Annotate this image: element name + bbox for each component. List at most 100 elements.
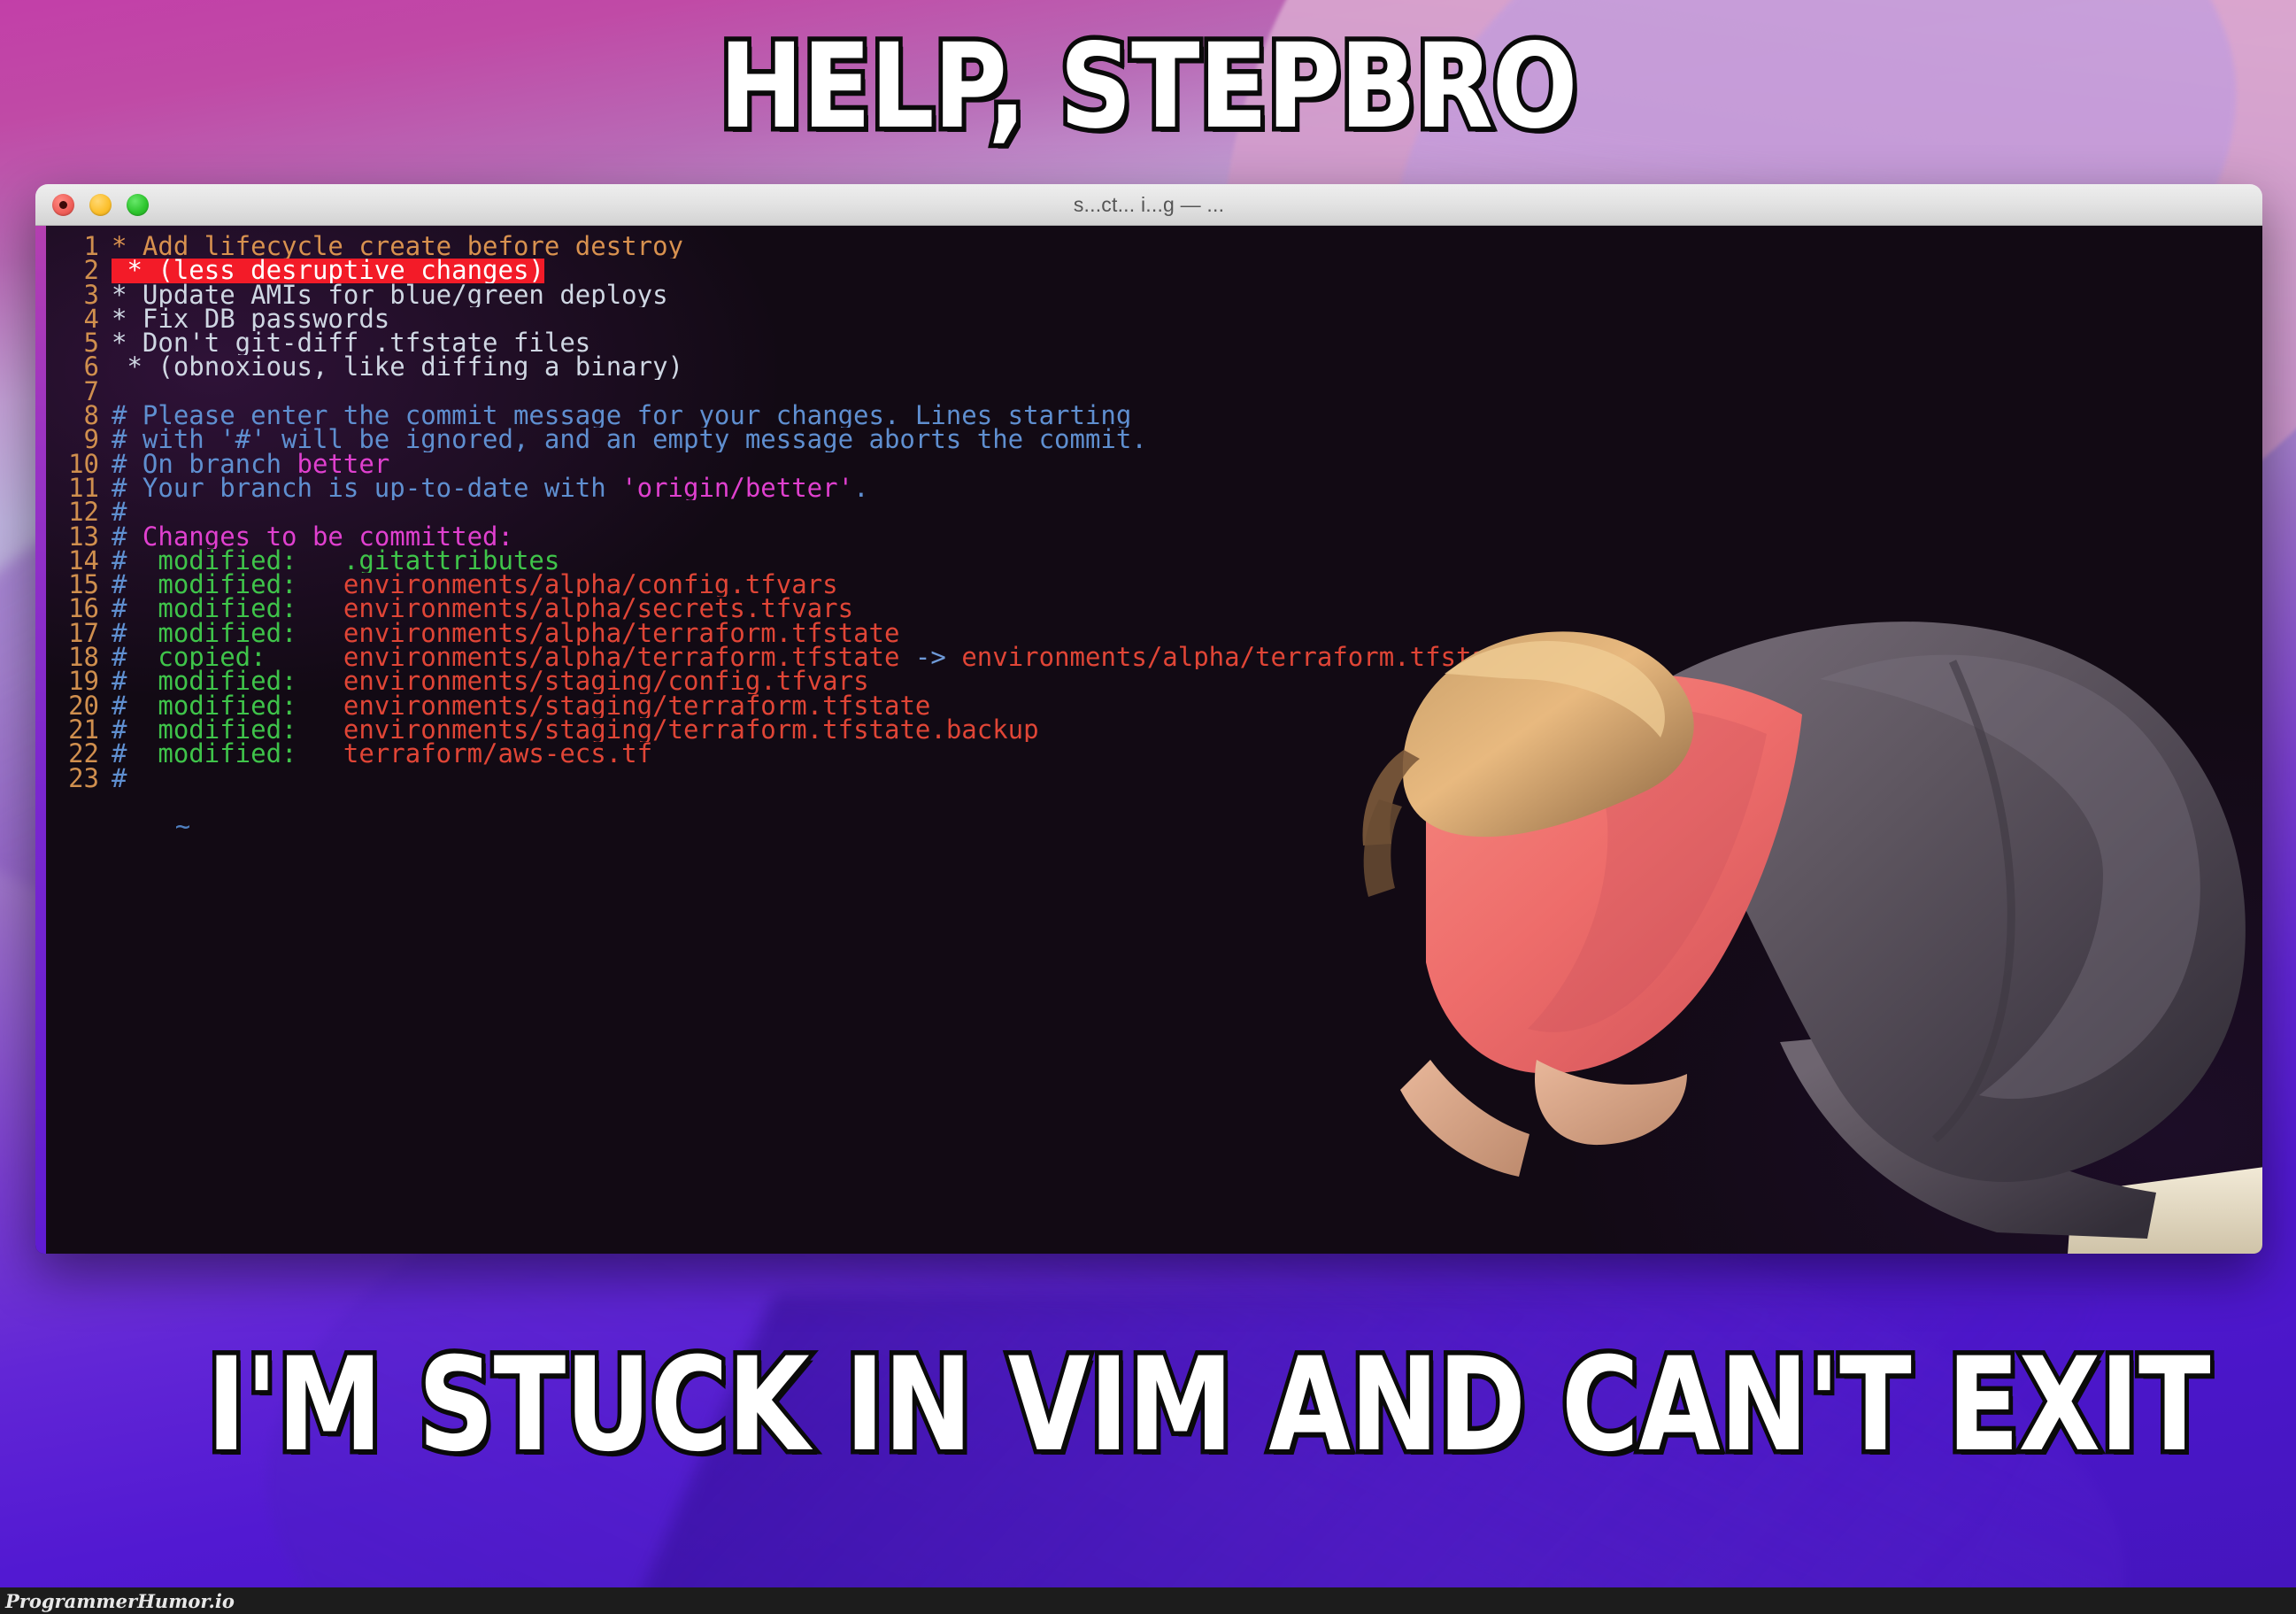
code-span: # <box>112 524 143 549</box>
code-line[interactable]: 8 # Please enter the commit message for y… <box>35 402 2262 428</box>
meme-top-caption: HELP, STEPBRO <box>715 19 1582 155</box>
code-span: # Your branch is up-to-date with <box>112 475 622 501</box>
code-span: modified: <box>142 742 343 767</box>
editor-left-edge <box>35 226 46 1254</box>
code-span: Changes to be committed: <box>142 524 513 549</box>
line-content: # Your branch is up-to-date with 'origin… <box>112 476 2262 500</box>
line-number: 1 <box>83 231 99 261</box>
code-span: # On branch <box>112 452 297 476</box>
code-line[interactable]: 22 # modified: terraform/aws-ecs.tf <box>35 741 2262 767</box>
code-line[interactable]: 16 # modified: environments/alpha/secrets… <box>35 596 2262 622</box>
tilde-glyph: ~ <box>174 811 191 842</box>
code-line[interactable]: 20 # modified: environments/staging/terra… <box>35 692 2262 718</box>
code-span: # <box>112 717 143 743</box>
line-content: # modified: environments/staging/config.… <box>112 669 2262 693</box>
code-line[interactable]: 15 # modified: environments/alpha/config.… <box>35 571 2262 597</box>
code-span: modified: <box>142 573 343 598</box>
code-span: environments/staging/config.tfvars <box>343 669 869 694</box>
code-span: # <box>112 669 143 694</box>
code-span: # <box>112 597 143 622</box>
code-line[interactable]: 19 # modified: environments/staging/confi… <box>35 668 2262 694</box>
code-span: # <box>112 742 143 767</box>
code-span: environments/alpha/terraform.tfstate <box>343 645 915 670</box>
meme-bottom-caption: I'M STUCK IN VIM AND CAN'T EXIT <box>203 1330 2215 1480</box>
window-titlebar[interactable]: s...ct... i...g — ... <box>35 184 2262 226</box>
code-span: modified: <box>142 669 343 694</box>
code-span: environments/alpha/terraform.tfstate.bac… <box>961 645 1627 670</box>
line-content: # modified: environments/staging/terrafo… <box>112 718 2262 742</box>
line-content: # <box>112 500 2262 524</box>
code-line[interactable]: 17 # modified: environments/alpha/terrafo… <box>35 620 2262 645</box>
code-span: modified: <box>142 597 343 622</box>
code-line[interactable]: 18 # copied: environments/alpha/terraform… <box>35 644 2262 669</box>
code-span: environments/alpha/config.tfvars <box>343 573 838 598</box>
code-line[interactable]: 21 # modified: environments/staging/terra… <box>35 716 2262 742</box>
code-line[interactable]: 6 * (obnoxious, like diffing a binary) <box>35 351 2262 382</box>
code-line[interactable]: 23 # <box>35 762 2262 793</box>
code-span: # <box>112 766 127 791</box>
line-number: 7 <box>83 375 99 406</box>
line-content: * Fix DB passwords <box>112 307 2262 331</box>
code-span: terraform/aws-ecs.tf <box>343 742 653 767</box>
line-content: * (less desruptive changes) <box>112 259 2262 283</box>
code-span: # <box>112 645 143 670</box>
code-span: .gitattributes <box>343 548 560 574</box>
code-span: environments/staging/terraform.tfstate <box>343 693 931 718</box>
line-content: # modified: environments/alpha/terraform… <box>112 622 2262 645</box>
code-span: * Update AMIs for blue/green deploys <box>112 282 668 307</box>
code-span: * (obnoxious, like diffing a binary) <box>112 355 684 380</box>
code-span: environments/alpha/secrets.tfvars <box>343 597 854 622</box>
line-content: # modified: environments/staging/terrafo… <box>112 694 2262 718</box>
code-span: better <box>297 452 390 476</box>
code-line[interactable]: 5 * Don't git-diff .tfstate files <box>35 330 2262 356</box>
line-content: # modified: .gitattributes <box>112 549 2262 573</box>
line-content: # On branch better <box>112 452 2262 476</box>
code-line[interactable]: 11 # Your branch is up-to-date with 'orig… <box>35 475 2262 500</box>
code-line[interactable]: 13 # Changes to be committed: <box>35 523 2262 549</box>
line-content: # modified: environments/alpha/secrets.t… <box>112 597 2262 621</box>
code-line[interactable]: 12 # <box>35 499 2262 525</box>
code-span: # <box>112 573 143 598</box>
line-number: 6 <box>83 351 99 382</box>
code-span: modified: <box>142 548 343 574</box>
line-number: 23 <box>68 762 99 793</box>
line-content: * Don't git-diff .tfstate files <box>112 331 2262 355</box>
minimize-button[interactable] <box>89 193 112 216</box>
line-content: # modified: environments/alpha/config.tf… <box>112 573 2262 597</box>
code-line[interactable]: 14 # modified: .gitattributes <box>35 547 2262 573</box>
line-content: # Please enter the commit message for yo… <box>112 404 2262 428</box>
code-span: # <box>112 693 143 718</box>
code-span: . <box>853 475 869 501</box>
code-span: modified: <box>142 693 343 718</box>
code-span: * (less desruptive changes) <box>112 259 544 283</box>
line-content: # copied: environments/alpha/terraform.t… <box>112 645 2262 669</box>
code-span: environments/staging/terraform.tfstate.b… <box>343 717 1039 743</box>
code-span: copied: <box>142 645 343 670</box>
vim-buffer[interactable]: 1 * Add lifecycle create_before_destroy 2 … <box>35 226 2262 791</box>
code-line[interactable]: 7 <box>35 375 2262 406</box>
line-content: # <box>112 767 2262 791</box>
close-button[interactable] <box>52 193 74 216</box>
line-number: 2 <box>83 255 99 286</box>
code-line[interactable]: 4 * Fix DB passwords <box>35 303 2262 334</box>
code-line[interactable]: 3 * Update AMIs for blue/green deploys <box>35 282 2262 307</box>
vim-tilde-filler: ~ <box>35 791 2262 863</box>
line-number: 4 <box>83 303 99 334</box>
window-title: s...ct... i...g — ... <box>1073 192 1225 216</box>
code-span: # <box>112 548 143 574</box>
code-line[interactable]: 1 * Add lifecycle create_before_destroy <box>35 231 2262 261</box>
meme-image: s...ct... i...g — ... 1 * Add lifecycle c… <box>0 0 2296 1614</box>
code-span: * Add lifecycle create_before_destroy <box>112 235 684 259</box>
code-span: 'origin/better' <box>621 475 854 501</box>
zoom-button[interactable] <box>127 193 149 216</box>
code-line[interactable]: 10 # On branch better <box>35 451 2262 476</box>
watermark-bar <box>0 1587 2296 1614</box>
code-line[interactable]: 2 * (less desruptive changes) <box>35 255 2262 286</box>
line-content: * Add lifecycle create_before_destroy <box>112 235 2262 259</box>
code-span: # with '#' will be ignored, and an empty… <box>112 428 1147 452</box>
terminal-window[interactable]: s...ct... i...g — ... 1 * Add lifecycle c… <box>35 184 2262 1254</box>
line-content: * Update AMIs for blue/green deploys <box>112 283 2262 307</box>
code-span: -> <box>914 645 962 670</box>
code-line[interactable]: 9 # with '#' will be ignored, and an empt… <box>35 427 2262 452</box>
vim-editor[interactable]: 1 * Add lifecycle create_before_destroy 2 … <box>35 226 2262 1254</box>
